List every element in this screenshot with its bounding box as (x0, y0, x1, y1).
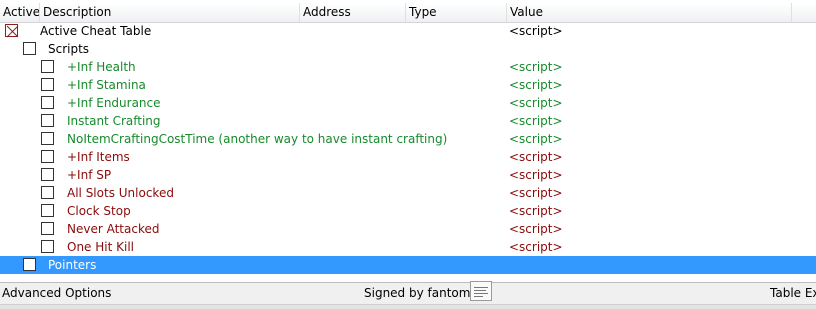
table-row[interactable]: One Hit Kill <script> (0, 238, 816, 256)
row-description: NoItemCraftingCostTime (another way to h… (67, 132, 448, 146)
table-row-active-cheat-table[interactable]: Active Cheat Table <script> (0, 22, 816, 40)
row-value: <script> (509, 114, 563, 128)
column-header-value[interactable]: Value (507, 3, 792, 22)
signature-icon[interactable] (470, 281, 492, 301)
row-description: Instant Crafting (67, 114, 161, 128)
row-value: <script> (509, 78, 563, 92)
active-checkbox-crossed[interactable] (5, 24, 19, 38)
table-row[interactable]: NoItemCraftingCostTime (another way to h… (0, 130, 816, 148)
cheat-table-list: Active Cheat Table <script> Scripts +Inf… (0, 22, 816, 274)
active-checkbox[interactable] (41, 204, 54, 217)
column-header-bar: Active Description Address Type Value (0, 3, 816, 23)
active-checkbox[interactable] (41, 186, 54, 199)
row-value: <script> (509, 24, 563, 38)
row-description: All Slots Unlocked (67, 186, 174, 200)
active-checkbox[interactable] (41, 132, 54, 145)
row-value: <script> (509, 60, 563, 74)
row-description: Clock Stop (67, 204, 131, 218)
signed-by-label: Signed by fantomas (364, 286, 485, 300)
active-checkbox[interactable] (41, 78, 54, 91)
row-description: Scripts (48, 42, 90, 56)
row-value: <script> (509, 240, 563, 254)
row-description: +Inf Endurance (67, 96, 161, 110)
row-value: <script> (509, 186, 563, 200)
active-checkbox[interactable] (41, 240, 54, 253)
table-row[interactable]: All Slots Unlocked <script> (0, 184, 816, 202)
table-row[interactable]: +Inf SP <script> (0, 166, 816, 184)
table-row[interactable]: Never Attacked <script> (0, 220, 816, 238)
table-row-scripts-group[interactable]: Scripts (0, 40, 816, 58)
active-checkbox[interactable] (41, 96, 54, 109)
active-checkbox[interactable] (41, 114, 54, 127)
row-value: <script> (509, 96, 563, 110)
active-checkbox[interactable] (41, 150, 54, 163)
column-header-description[interactable]: Description (40, 3, 300, 22)
active-checkbox[interactable] (23, 42, 36, 55)
row-description: Pointers (48, 258, 97, 272)
table-row[interactable]: +Inf Endurance <script> (0, 94, 816, 112)
row-description: +Inf Items (67, 150, 130, 164)
row-description: +Inf SP (67, 168, 112, 182)
table-row[interactable]: Instant Crafting <script> (0, 112, 816, 130)
column-header-filler (792, 3, 816, 22)
row-description: Active Cheat Table (40, 24, 152, 38)
column-header-active[interactable]: Active (0, 3, 40, 22)
row-description: +Inf Stamina (67, 78, 146, 92)
row-value: <script> (509, 132, 563, 146)
table-row[interactable]: +Inf Stamina <script> (0, 76, 816, 94)
column-header-type[interactable]: Type (406, 3, 507, 22)
row-description: One Hit Kill (67, 240, 134, 254)
table-row[interactable]: +Inf Items <script> (0, 148, 816, 166)
row-value: <script> (509, 168, 563, 182)
table-extras-button[interactable]: Table Ext (770, 283, 816, 303)
active-checkbox[interactable] (41, 168, 54, 181)
active-checkbox[interactable] (41, 60, 54, 73)
row-description: +Inf Health (67, 60, 136, 74)
row-value: <script> (509, 204, 563, 218)
row-description: Never Attacked (67, 222, 160, 236)
active-checkbox[interactable] (23, 258, 36, 271)
table-row[interactable]: +Inf Health <script> (0, 58, 816, 76)
row-value: <script> (509, 222, 563, 236)
table-row[interactable]: Clock Stop <script> (0, 202, 816, 220)
column-header-address[interactable]: Address (300, 3, 406, 22)
row-value: <script> (509, 150, 563, 164)
advanced-options-button[interactable]: Advanced Options (2, 283, 111, 303)
status-bar: Advanced Options Signed by fantomas Tabl… (0, 281, 816, 309)
table-row-pointers-group[interactable]: Pointers (0, 256, 816, 274)
active-checkbox[interactable] (41, 222, 54, 235)
cross-icon (6, 25, 19, 38)
